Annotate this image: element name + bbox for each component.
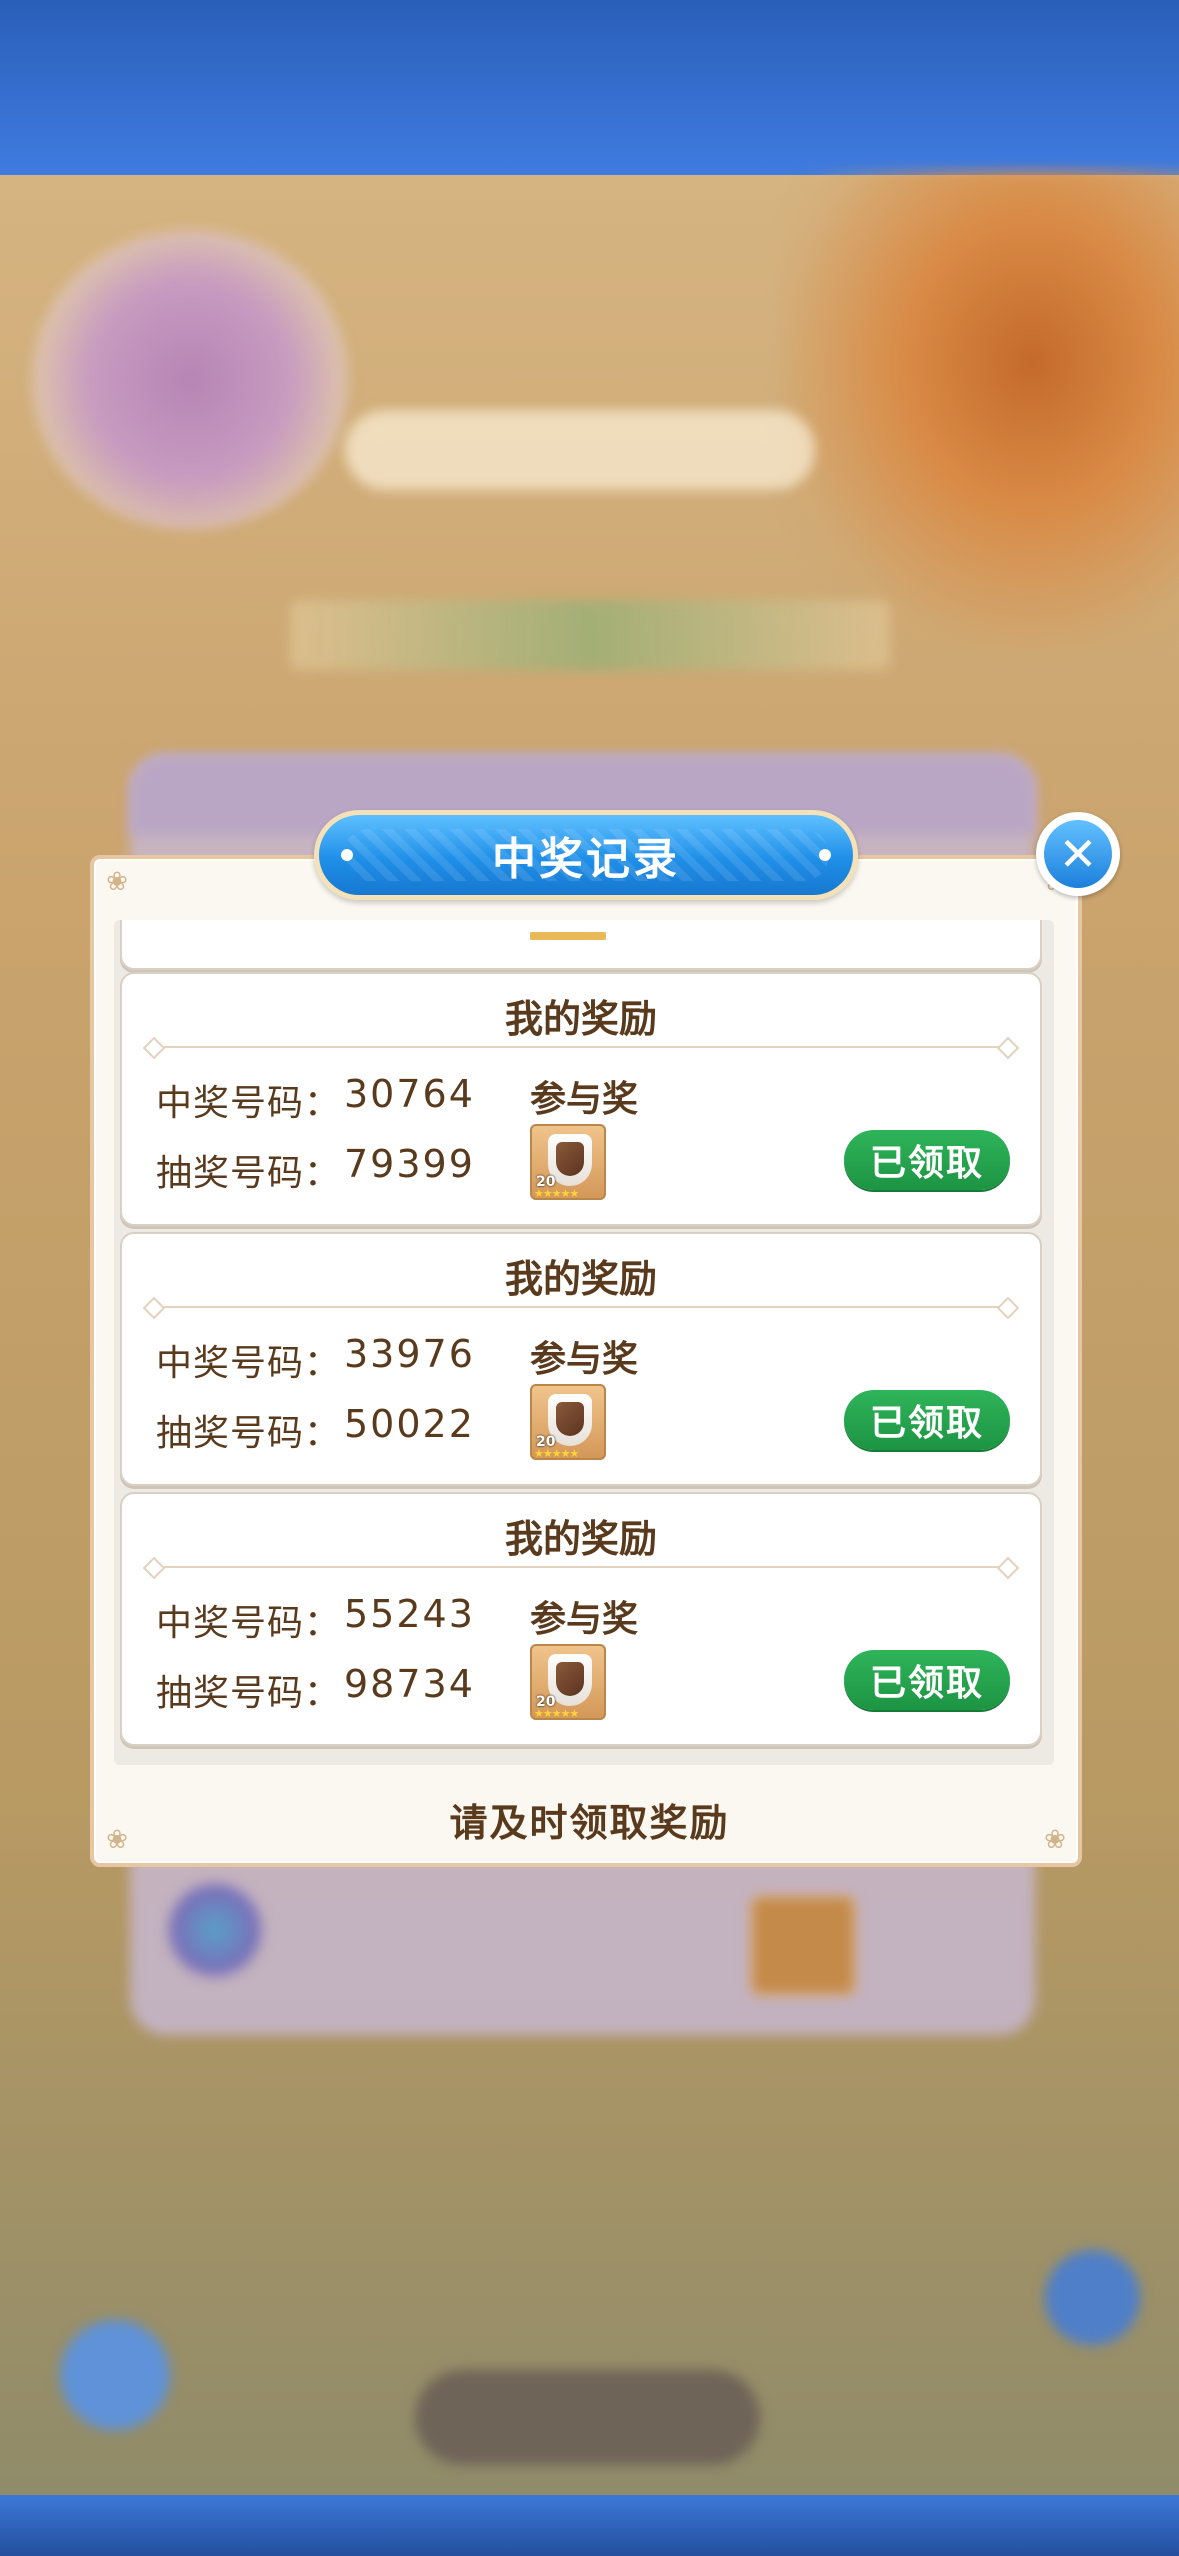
prize-name: 参与奖 (530, 1339, 639, 1380)
divider (152, 1306, 1010, 1308)
claimed-button[interactable]: 已领取 (844, 1390, 1010, 1450)
prize-name: 参与奖 (530, 1599, 639, 1640)
background-counter (290, 600, 890, 670)
record-header: 我的奖励 (504, 1257, 657, 1301)
list-item: 我的奖励 中奖号码： 30764 抽奖号码： 79399 参与奖 20 ★★★★… (120, 972, 1042, 1226)
draw-number-label: 抽奖号码： (156, 1413, 342, 1454)
background-share-button (60, 2320, 170, 2430)
prize-name: 参与奖 (530, 1079, 639, 1120)
reward-item-icon[interactable]: 20 ★★★★★ (530, 1384, 606, 1460)
star-rating-icon: ★★★★★ (534, 1707, 579, 1720)
gem-icon (556, 1662, 584, 1696)
win-number-label: 中奖号码： (156, 1603, 342, 1644)
background-banner (345, 410, 815, 490)
list-item: 我的奖励 中奖号码： 33976 抽奖号码： 50022 参与奖 20 ★★★★… (120, 1232, 1042, 1486)
modal-title-banner: 中奖记录 (314, 810, 858, 900)
top-bar (0, 0, 1179, 175)
claim-reminder-text: 请及时领取奖励 (449, 1801, 730, 1845)
gem-icon (556, 1402, 584, 1436)
gem-icon (556, 1142, 584, 1176)
divider (152, 1046, 1010, 1048)
star-rating-icon (530, 932, 606, 940)
background-pill-button (415, 2370, 760, 2465)
bottom-bar (0, 2495, 1179, 2556)
list-item: 我的奖励 中奖号码： 55243 抽奖号码： 98734 参与奖 20 ★★★★… (120, 1492, 1042, 1746)
background-foliage (780, 170, 1179, 650)
claimed-button[interactable]: 已领取 (844, 1650, 1010, 1710)
background-side-button (1045, 2250, 1140, 2345)
win-number-label: 中奖号码： (156, 1343, 342, 1384)
win-number: 30764 (344, 1072, 475, 1116)
draw-number-label: 抽奖号码： (156, 1153, 342, 1194)
star-rating-icon: ★★★★★ (534, 1187, 579, 1200)
draw-number: 98734 (344, 1662, 475, 1706)
modal-title: 中奖记录 (492, 834, 680, 885)
draw-number-label: 抽奖号码： (156, 1673, 342, 1714)
reward-item-icon[interactable]: 20 ★★★★★ (530, 1124, 606, 1200)
background-medallion (30, 230, 350, 530)
win-number-label: 中奖号码： (156, 1083, 342, 1124)
records-list[interactable]: 我的奖励 中奖号码： 30764 抽奖号码： 79399 参与奖 20 ★★★★… (114, 920, 1054, 1765)
list-item (120, 920, 1042, 970)
background-gem-icon (165, 1880, 265, 1980)
background-reward-icon (750, 1895, 856, 1996)
record-header: 我的奖励 (504, 997, 657, 1041)
claimed-button[interactable]: 已领取 (844, 1130, 1010, 1190)
star-rating-icon: ★★★★★ (534, 1447, 579, 1460)
background-title-art (370, 270, 466, 377)
draw-number: 50022 (344, 1402, 475, 1446)
corner-ornament-icon: ❀ (106, 867, 128, 897)
close-button[interactable]: ✕ (1036, 812, 1120, 896)
divider (152, 1566, 1010, 1568)
draw-number: 79399 (344, 1142, 475, 1186)
win-number: 33976 (344, 1332, 475, 1376)
win-number: 55243 (344, 1592, 475, 1636)
record-header: 我的奖励 (504, 1517, 657, 1561)
reward-item-icon[interactable]: 20 ★★★★★ (530, 1644, 606, 1720)
close-icon: ✕ (1044, 820, 1112, 888)
